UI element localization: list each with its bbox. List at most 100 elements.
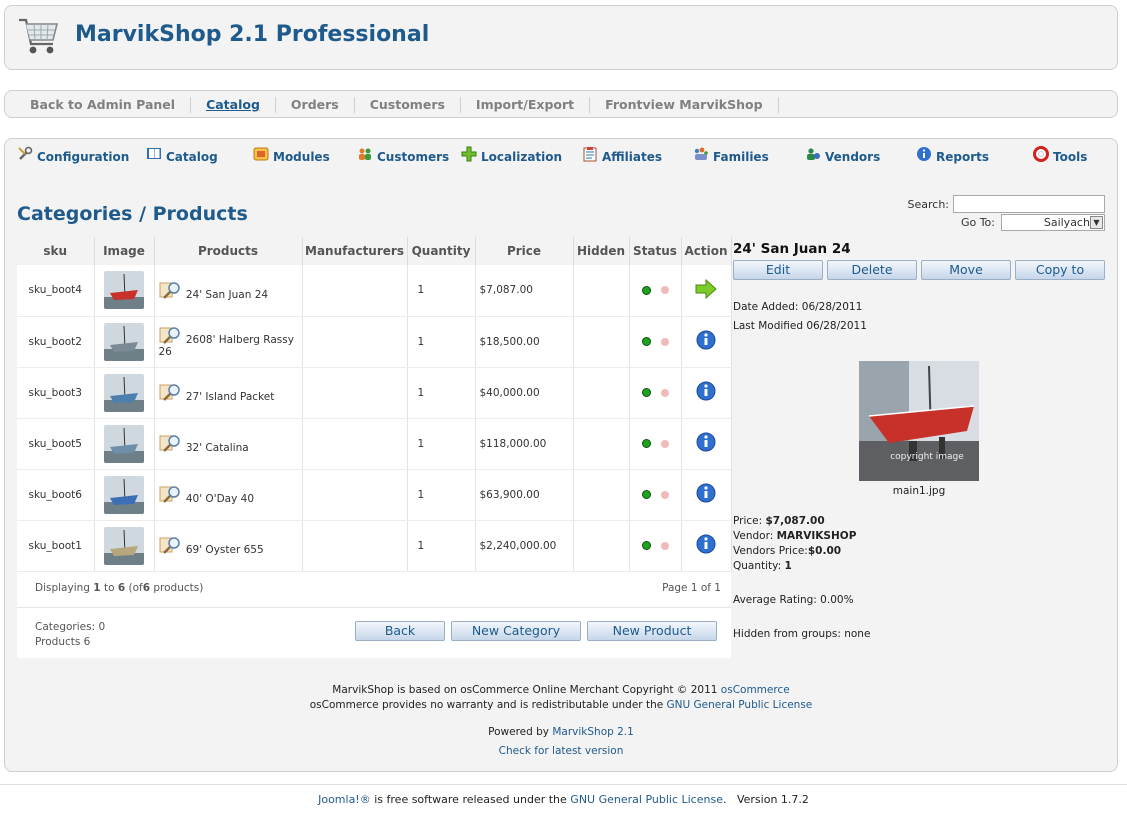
info-icon[interactable] [695, 533, 717, 555]
nav-orders[interactable]: Orders [276, 97, 355, 113]
status-inactive-icon[interactable] [660, 490, 669, 499]
product-grid: sku Image Products Manufacturers Quantit… [17, 237, 732, 658]
oscommerce-link[interactable]: osCommerce [721, 684, 790, 696]
column-header-sku[interactable]: sku [17, 237, 95, 265]
toolbar-tools[interactable]: Tools [1033, 146, 1087, 165]
product-name-link[interactable]: 24' San Juan 24 [186, 289, 268, 301]
cell-action [681, 316, 732, 368]
cell-quantity: 1 [407, 418, 476, 470]
shopping-cart-icon [19, 18, 59, 54]
toolbar-catalog[interactable]: Catalog [146, 148, 218, 165]
product-thumbnail[interactable] [104, 373, 144, 412]
toolbar-customers[interactable]: Customers [357, 148, 449, 165]
preview-magnifier-icon[interactable] [159, 325, 183, 345]
search-input[interactable] [953, 195, 1105, 213]
preview-magnifier-icon[interactable] [159, 280, 183, 300]
info-icon[interactable] [695, 380, 717, 402]
product-thumbnail[interactable] [104, 526, 144, 565]
preview-magnifier-icon[interactable] [159, 484, 183, 504]
column-header-quantity[interactable]: Quantity [407, 237, 476, 265]
table-row[interactable]: sku_boot2 2608' Halberg Rassy 26 1 $18,500… [17, 316, 732, 368]
product-image[interactable]: copyright image [859, 361, 979, 481]
status-inactive-icon[interactable] [660, 541, 669, 550]
product-name-link[interactable]: 69' Oyster 655 [186, 544, 264, 556]
clipboard-icon [583, 147, 597, 162]
status-inactive-icon[interactable] [660, 439, 669, 448]
product-thumbnail[interactable] [104, 271, 144, 310]
preview-magnifier-icon[interactable] [159, 382, 183, 402]
cell-manufacturer [302, 316, 408, 368]
cell-product: 40' O'Day 40 [154, 469, 303, 521]
status-active-icon[interactable] [641, 439, 651, 448]
nav-frontview[interactable]: Frontview MarvikShop [590, 97, 779, 113]
check-version-link[interactable]: Check for latest version [499, 745, 624, 757]
delete-button[interactable]: Delete [827, 260, 917, 280]
product-thumbnail[interactable] [104, 322, 144, 361]
price-label: Price: [733, 515, 763, 527]
toolbar-reports[interactable]: Reports [916, 147, 989, 165]
toolbar-vendors[interactable]: Vendors [805, 148, 880, 165]
product-thumbnail[interactable] [104, 424, 144, 463]
arrow-right-icon[interactable] [695, 278, 717, 299]
cell-price: $40,000.00 [475, 367, 574, 419]
column-header-manufacturers[interactable]: Manufacturers [302, 237, 408, 265]
product-name-link[interactable]: 40' O'Day 40 [186, 493, 254, 505]
info-icon [917, 147, 931, 161]
move-button[interactable]: Move [921, 260, 1011, 280]
status-active-icon[interactable] [641, 541, 651, 550]
search-label: Search: [907, 197, 950, 211]
marvikshop-link[interactable]: MarvikShop 2.1 [552, 726, 633, 738]
product-name-link[interactable]: 27' Island Packet [186, 391, 275, 403]
price-text: $40,000.00 [479, 386, 540, 399]
toolbar-affiliates[interactable]: Affiliates [582, 147, 662, 165]
cell-action [681, 367, 732, 419]
back-button[interactable]: Back [355, 620, 445, 641]
quantity-text: 1 [417, 539, 425, 552]
toolbar-families[interactable]: Families [693, 147, 769, 165]
goto-select[interactable]: Sailyachts ▼ [1001, 214, 1105, 231]
nav-catalog[interactable]: Catalog [191, 97, 276, 113]
toolbar-modules[interactable]: Modules [253, 147, 330, 165]
copy-to-button[interactable]: Copy to [1015, 260, 1105, 280]
edit-button[interactable]: Edit [733, 260, 823, 280]
table-row[interactable]: sku_boot6 40' O'Day 40 1 $63,900.00 [17, 469, 732, 521]
gpl-link[interactable]: GNU General Public License [667, 699, 813, 711]
info-icon[interactable] [695, 431, 717, 453]
image-watermark: copyright image [890, 452, 964, 462]
toolbar-localization[interactable]: Localization [461, 146, 562, 165]
table-row[interactable]: sku_boot3 27' Island Packet 1 $40,000.00 [17, 367, 732, 419]
info-icon[interactable] [695, 482, 717, 504]
status-inactive-icon[interactable] [660, 337, 669, 346]
nav-customers[interactable]: Customers [355, 97, 461, 113]
new-product-button[interactable]: New Product [587, 620, 717, 641]
table-row[interactable]: sku_boot1 69' Oyster 655 1 $2,240,000.00 [17, 520, 732, 572]
product-thumbnail[interactable] [104, 475, 144, 514]
displaying-text: Displaying 1 to 6 (of6 products) [35, 582, 203, 597]
status-active-icon[interactable] [641, 337, 651, 346]
joomla-link[interactable]: Joomla!® [318, 793, 371, 806]
status-active-icon[interactable] [641, 490, 651, 499]
table-row[interactable]: sku_boot5 32' Catalina 1 $118,000.00 [17, 418, 732, 470]
column-header-price[interactable]: Price [475, 237, 574, 265]
preview-magnifier-icon[interactable] [159, 535, 183, 555]
cell-quantity: 1 [407, 520, 476, 572]
preview-magnifier-icon[interactable] [159, 433, 183, 453]
status-inactive-icon[interactable] [660, 286, 669, 295]
product-name-link[interactable]: 32' Catalina [186, 442, 249, 454]
nav-back-to-admin[interactable]: Back to Admin Panel [15, 97, 192, 113]
toolbar-configuration[interactable]: Configuration [17, 146, 129, 165]
nav-import-export[interactable]: Import/Export [461, 97, 591, 113]
status-inactive-icon[interactable] [660, 388, 669, 397]
new-category-button[interactable]: New Category [451, 620, 581, 641]
lifebuoy-icon [1033, 146, 1049, 162]
column-header-products[interactable]: Products [154, 237, 303, 265]
table-row[interactable]: sku_boot4 24' San Juan 24 1 $7,087.00 [17, 265, 732, 317]
status-active-icon[interactable] [641, 285, 651, 295]
status-active-icon[interactable] [641, 388, 651, 397]
joomla-text: is free software released under the [374, 793, 567, 806]
joomla-gpl-link[interactable]: GNU General Public License [570, 793, 723, 806]
counts: Categories: 0 Products 6 [35, 620, 105, 650]
date-added: Date Added: 06/28/2011 [733, 301, 863, 313]
price-text: $7,087.00 [479, 284, 533, 297]
info-icon[interactable] [695, 329, 717, 351]
